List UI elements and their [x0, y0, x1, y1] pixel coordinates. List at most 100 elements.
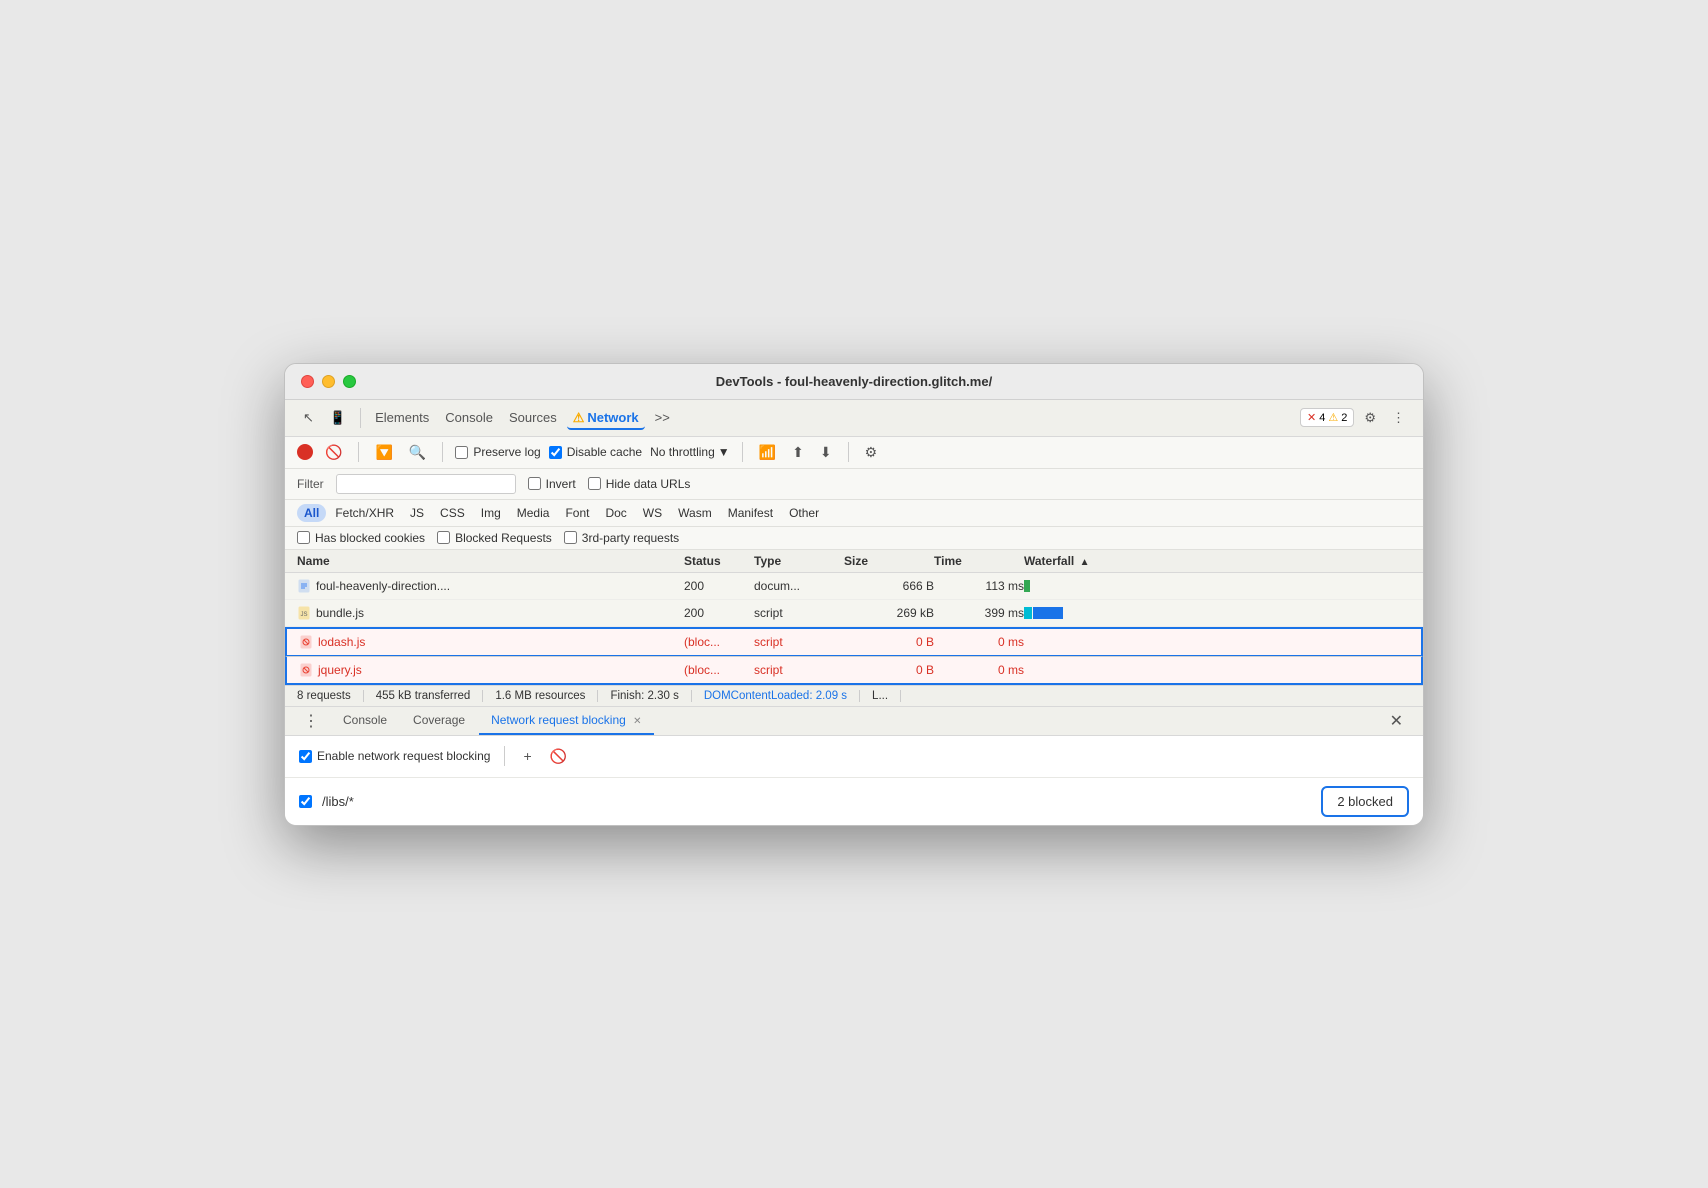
maximize-button[interactable]	[343, 375, 356, 388]
blocking-row[interactable]: /libs/* 2 blocked	[285, 778, 1423, 825]
type-filter-img[interactable]: Img	[474, 504, 508, 522]
preserve-log-checkbox[interactable]	[455, 446, 468, 459]
extra-filters: Has blocked cookies Blocked Requests 3rd…	[285, 527, 1423, 550]
elements-tab[interactable]: Elements	[369, 406, 435, 429]
table-row[interactable]: JS bundle.js 200 script 269 kB 399 ms	[285, 600, 1423, 627]
minimize-button[interactable]	[322, 375, 335, 388]
type-filter-js[interactable]: JS	[403, 504, 431, 522]
invert-label[interactable]: Invert	[528, 477, 576, 491]
throttle-selector[interactable]: No throttling ▼	[650, 445, 730, 459]
invert-checkbox[interactable]	[528, 477, 541, 490]
row-time: 0 ms	[934, 663, 1024, 677]
preserve-log-label[interactable]: Preserve log	[455, 445, 540, 459]
bottom-tabs: ⋮ Console Coverage Network request block…	[285, 707, 1423, 736]
device-toolbar-button[interactable]: 📱	[324, 406, 352, 430]
network-settings-button[interactable]: ⚙	[861, 442, 882, 463]
table-row-blocked-lodash[interactable]: lodash.js (bloc... script 0 B 0 ms	[285, 627, 1423, 656]
block-icon: 🚫	[550, 748, 567, 764]
more-tabs-button[interactable]: >>	[649, 406, 676, 429]
filter-icon-button[interactable]: 🔽	[371, 442, 396, 463]
network-toolbar: 🚫 🔽 🔍 Preserve log Disable cache No thro…	[285, 437, 1423, 469]
filter-input[interactable]	[336, 474, 516, 494]
row-status: (bloc...	[684, 635, 754, 649]
panel-close-button[interactable]: ✕	[1382, 707, 1411, 735]
row-size: 269 kB	[844, 606, 934, 620]
status-bar: 8 requests 455 kB transferred 1.6 MB res…	[285, 685, 1423, 707]
third-party-label[interactable]: 3rd-party requests	[564, 531, 679, 545]
table-row[interactable]: foul-heavenly-direction.... 200 docum...…	[285, 573, 1423, 600]
network-toolbar-sep4	[848, 442, 849, 462]
wifi-icon-button[interactable]: 📶	[755, 442, 780, 463]
third-party-checkbox[interactable]	[564, 531, 577, 544]
type-filter-other[interactable]: Other	[782, 504, 826, 522]
clear-button[interactable]: 🚫	[321, 442, 346, 463]
more-options-button[interactable]: ⋮	[1386, 406, 1411, 430]
enable-blocking-checkbox[interactable]	[299, 750, 312, 763]
table-row-blocked-jquery[interactable]: jquery.js (bloc... script 0 B 0 ms	[285, 656, 1423, 685]
pattern-checkbox[interactable]	[299, 795, 312, 808]
type-filter-doc[interactable]: Doc	[598, 504, 633, 522]
type-filter-ws[interactable]: WS	[636, 504, 669, 522]
blocked-requests-label[interactable]: Blocked Requests	[437, 531, 552, 545]
type-filter-fetch-xhr[interactable]: Fetch/XHR	[328, 504, 401, 522]
network-request-blocking-tab[interactable]: Network request blocking ✕	[479, 707, 653, 735]
pointer-tool-button[interactable]: ↖	[297, 406, 320, 430]
download-button[interactable]: ⬇	[816, 442, 836, 463]
disable-cache-label[interactable]: Disable cache	[549, 445, 642, 459]
enable-blocking-label[interactable]: Enable network request blocking	[299, 749, 490, 763]
search-button[interactable]: 🔍	[405, 442, 430, 463]
network-toolbar-sep3	[742, 442, 743, 462]
header-status[interactable]: Status	[684, 554, 754, 568]
add-icon: +	[523, 748, 531, 764]
record-button[interactable]	[297, 444, 313, 460]
settings-button[interactable]: ⚙	[1358, 406, 1382, 430]
pattern-text: /libs/*	[322, 794, 1311, 809]
row-size: 0 B	[844, 635, 934, 649]
row-time: 0 ms	[934, 635, 1024, 649]
row-type: script	[754, 606, 844, 620]
type-filter-css[interactable]: CSS	[433, 504, 472, 522]
more-icon: ⋮	[1392, 410, 1405, 426]
header-size[interactable]: Size	[844, 554, 934, 568]
header-waterfall[interactable]: Waterfall ▲	[1024, 554, 1411, 568]
type-filter-media[interactable]: Media	[510, 504, 557, 522]
hide-data-urls-label[interactable]: Hide data URLs	[588, 477, 691, 491]
header-type[interactable]: Type	[754, 554, 844, 568]
has-blocked-cookies-checkbox[interactable]	[297, 531, 310, 544]
type-filter-wasm[interactable]: Wasm	[671, 504, 719, 522]
close-button[interactable]	[301, 375, 314, 388]
hide-data-urls-checkbox[interactable]	[588, 477, 601, 490]
disable-cache-checkbox[interactable]	[549, 446, 562, 459]
type-filter-font[interactable]: Font	[558, 504, 596, 522]
network-tab[interactable]: ⚠ Network	[567, 406, 645, 430]
row-size: 666 B	[844, 579, 934, 593]
network-toolbar-sep2	[442, 442, 443, 462]
transferred-size: 455 kB transferred	[364, 690, 484, 702]
tab-close-icon[interactable]: ✕	[633, 716, 641, 727]
sources-tab[interactable]: Sources	[503, 406, 563, 429]
warning-icon: ⚠	[1328, 411, 1338, 424]
upload-button[interactable]: ⬆	[788, 442, 808, 463]
bottom-panel: ⋮ Console Coverage Network request block…	[285, 707, 1423, 825]
warning-count: 2	[1341, 412, 1347, 424]
resources-size: 1.6 MB resources	[483, 690, 598, 702]
blocking-controls: Enable network request blocking + 🚫	[285, 736, 1423, 778]
clear-icon: 🚫	[325, 444, 342, 460]
toolbar-separator	[360, 408, 361, 428]
header-name[interactable]: Name	[297, 554, 684, 568]
console-tab[interactable]: Console	[439, 406, 499, 429]
type-filter-all[interactable]: All	[297, 504, 326, 522]
console-bottom-tab[interactable]: Console	[331, 707, 399, 735]
row-time: 113 ms	[934, 579, 1024, 593]
blocked-requests-checkbox[interactable]	[437, 531, 450, 544]
panel-menu-icon[interactable]: ⋮	[297, 707, 325, 735]
clear-patterns-button[interactable]: 🚫	[546, 746, 571, 767]
type-filter-manifest[interactable]: Manifest	[721, 504, 780, 522]
coverage-tab[interactable]: Coverage	[401, 707, 477, 735]
has-blocked-cookies-label[interactable]: Has blocked cookies	[297, 531, 425, 545]
error-warning-badge: ✕ 4 ⚠ 2	[1300, 408, 1354, 427]
add-pattern-button[interactable]: +	[519, 746, 535, 766]
header-time[interactable]: Time	[934, 554, 1024, 568]
device-icon: 📱	[330, 410, 346, 426]
blocked-badge: 2 blocked	[1321, 786, 1409, 817]
